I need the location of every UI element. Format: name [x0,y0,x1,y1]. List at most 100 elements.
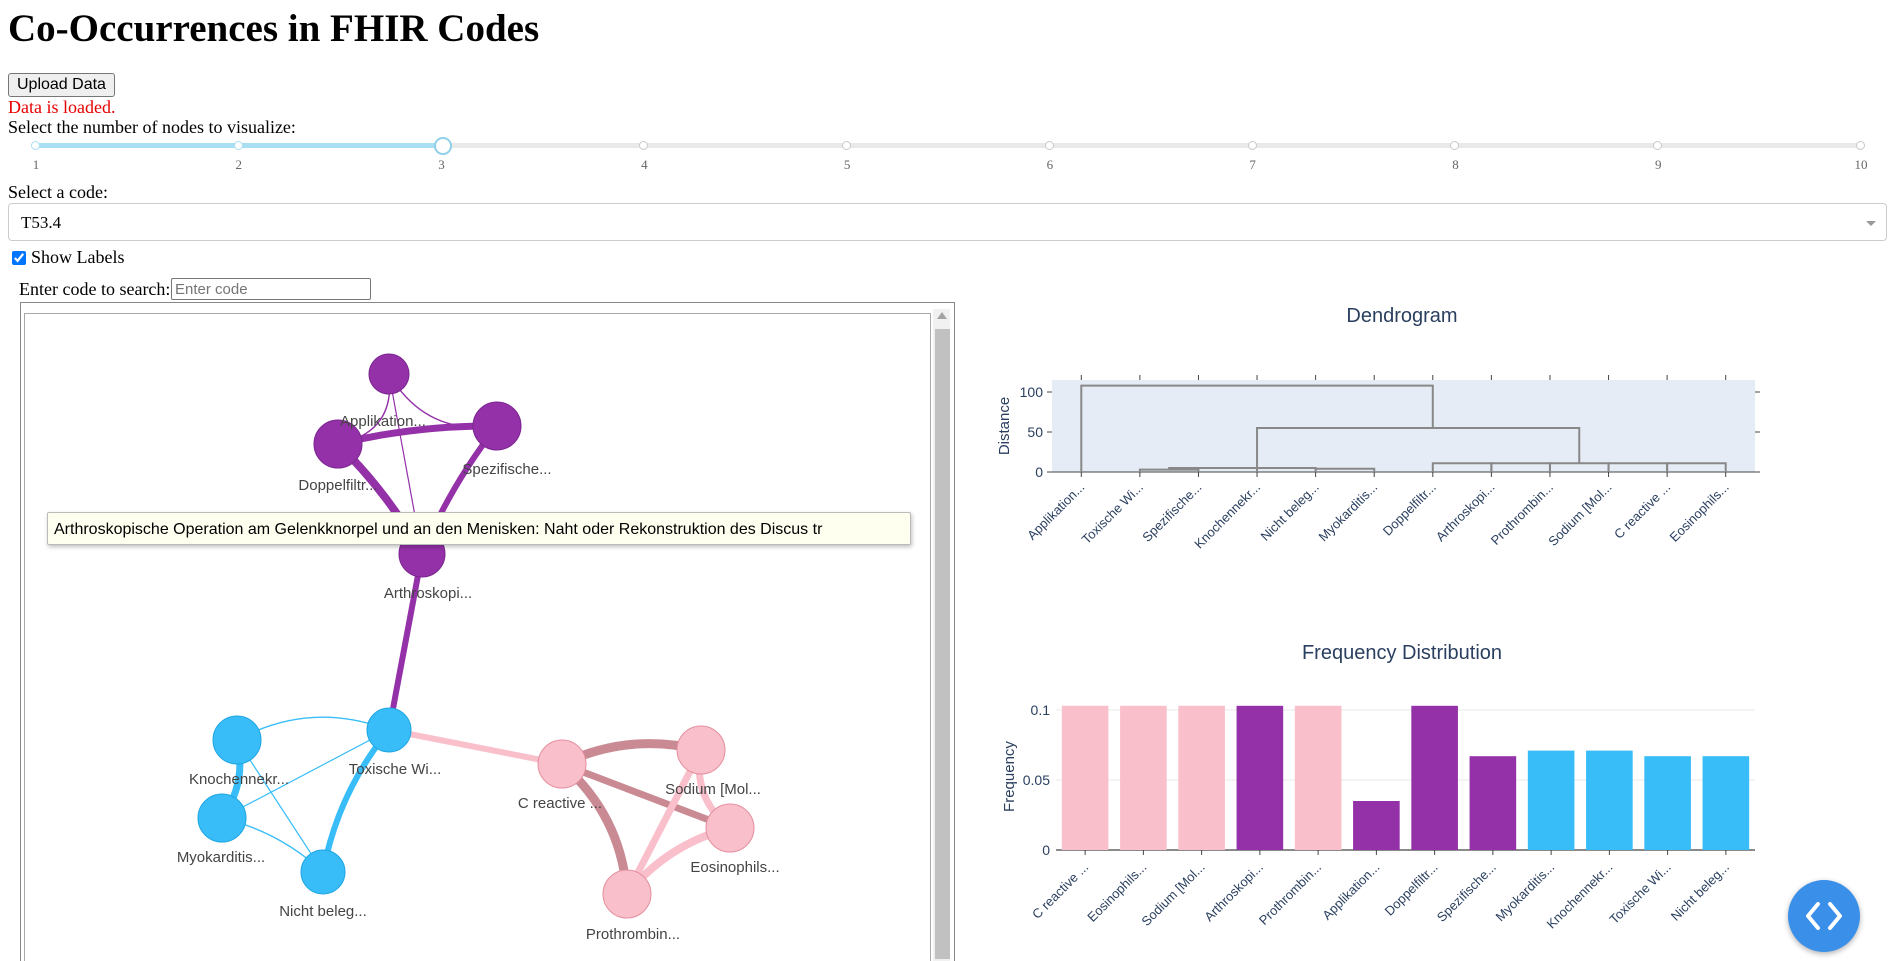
slider-step-dot[interactable] [1653,141,1663,150]
node-count-slider[interactable]: 1 2 3 4 5 6 7 8 9 10 [31,137,1868,180]
scroll-up-arrow-icon[interactable] [937,312,947,319]
y-tick-label: 0 [1042,842,1050,858]
show-labels-checkbox[interactable] [12,250,26,265]
slider-label: Select the number of nodes to visualize: [8,117,296,137]
slider-step-dot[interactable] [639,141,649,150]
slider-step-dot[interactable] [233,141,243,150]
network-graph-canvas[interactable]: Applikation... Doppelfiltr... Spezifische.… [24,313,931,961]
frequency-bar[interactable] [1411,705,1458,850]
x-tick-label: Toxische Wi... [1606,860,1673,927]
x-tick-label: Spezifische... [1434,860,1499,925]
y-tick-label: 0.05 [1023,772,1050,788]
frequency-bar[interactable] [1469,756,1517,850]
graph-node-label: C reactive ... [518,795,602,812]
graph-node[interactable] [472,401,522,451]
slider-step-dot[interactable] [1856,141,1865,150]
graph-node[interactable] [300,849,346,895]
code-brackets-icon [1806,902,1842,930]
graph-node-label: Sodium [Mol... [665,781,761,798]
slider-step-dot[interactable] [842,141,852,150]
graph-node-label: Arthroskopi... [384,585,472,602]
network-labels: Applikation... Doppelfiltr... Spezifische.… [177,413,780,943]
slider-tick-label: 7 [1249,157,1256,172]
graph-node-label: Nicht beleg... [279,903,367,920]
graph-node[interactable] [537,739,587,789]
graph-node[interactable] [197,793,247,843]
graph-edge[interactable] [386,553,425,731]
dendrogram-plot[interactable]: 0 50 100 Distance Applikation...Toxische Wi.… [960,360,1790,560]
slider-tick-label: 5 [843,157,851,172]
slider-tick-label: 6 [1046,157,1054,172]
graph-edge[interactable] [388,727,563,767]
slider-step-dot[interactable] [1044,141,1054,150]
slider-handle[interactable] [433,137,452,155]
frequency-y-axis-label: Frequency [1001,741,1018,812]
frequency-bar[interactable] [1061,705,1109,850]
dendrogram-leaf-label: Eosinophils... [1667,480,1732,545]
graph-node-label: Doppelfiltr... [298,477,377,494]
frequency-bar[interactable] [1586,750,1633,850]
dendrogram-title: Dendrogram [1346,305,1458,327]
slider-tick-label: 3 [438,157,445,172]
dendrogram-leaf-label: Toxische Wi... [1079,480,1146,547]
chevron-down-icon[interactable] [1866,221,1876,226]
slider-step-dot[interactable] [1450,141,1460,150]
graph-node-label: Spezifische... [462,461,551,478]
graph-node-label: Eosinophils... [690,859,779,876]
node-tooltip: Arthroskopische Operation am Gelenkknorp… [47,512,911,545]
dendrogram-leaf-label: Myokarditis... [1316,480,1381,545]
code-select-label: Select a code: [8,182,108,202]
y-tick-label: 0.1 [1031,702,1051,718]
graph-node[interactable] [676,725,726,775]
graph-node-label: Knochennekr... [189,771,289,788]
slider-tick-label: 4 [641,157,648,172]
frequency-bar[interactable] [1294,705,1342,850]
scrollbar[interactable] [933,309,950,961]
slider-tick-label: 8 [1452,157,1459,172]
network-nodes [197,353,755,919]
frequency-bar[interactable] [1120,705,1167,850]
frequency-bar[interactable] [1644,756,1691,850]
graph-node[interactable] [368,353,410,395]
dendrogram-y-axis-label: Distance [996,397,1013,455]
graph-node[interactable] [212,715,262,765]
x-tick-label: Doppelfiltr... [1382,860,1441,919]
graph-node-label: Myokarditis... [177,849,265,866]
scrollbar-thumb[interactable] [935,329,950,959]
network-graph[interactable]: Applikation... Doppelfiltr... Spezifische.… [25,314,930,961]
dendrogram-leaf-label: Doppelfiltr... [1380,480,1439,539]
code-select-value: T53.4 [21,213,62,232]
x-tick-label: Nicht beleg... [1668,860,1732,924]
dendrogram-plot-area [1052,380,1755,472]
frequency-bar[interactable] [1236,705,1284,850]
graph-node[interactable] [366,707,412,753]
code-search-input[interactable] [171,278,371,300]
frequency-title: Frequency Distribution [1301,642,1503,664]
x-tick-label: C reactive ... [1029,860,1091,922]
slider-step-dot[interactable] [1247,141,1257,150]
code-select[interactable]: T53.4 [8,203,1887,241]
graph-node[interactable] [602,869,652,919]
slider-step-dot[interactable] [31,141,40,150]
frequency-bar[interactable] [1353,801,1400,850]
upload-data-button[interactable]: Upload Data [8,73,115,97]
graph-node-label: Applikation... [340,413,426,430]
page-title: Co-Occurrences in FHIR Codes [8,7,540,50]
frequency-bar[interactable] [1178,705,1225,850]
y-tick-label: 0 [1035,464,1043,480]
frequency-bar[interactable] [1702,756,1750,850]
slider-tick-label: 9 [1654,157,1662,172]
show-labels-toggle[interactable]: Show Labels [12,247,125,268]
dendrogram-leaf-label: Nicht beleg... [1257,480,1321,544]
frequency-chart[interactable]: 0 0.05 0.1 Frequency C reactive ...Eosinophi… [980,695,1780,955]
graph-edge[interactable] [320,728,392,873]
slider-tick-label: 10 [1854,157,1868,172]
dendrogram-leaf-label: C reactive ... [1611,480,1673,542]
graph-node[interactable] [705,803,755,853]
x-tick-label: Prothrombin... [1256,860,1324,928]
code-view-toggle-button[interactable] [1788,880,1860,952]
frequency-bar[interactable] [1527,750,1575,850]
y-tick-label: 50 [1027,424,1043,440]
dendrogram-leaf-label: Arthroskopi... [1433,480,1498,545]
network-edges [219,373,733,897]
